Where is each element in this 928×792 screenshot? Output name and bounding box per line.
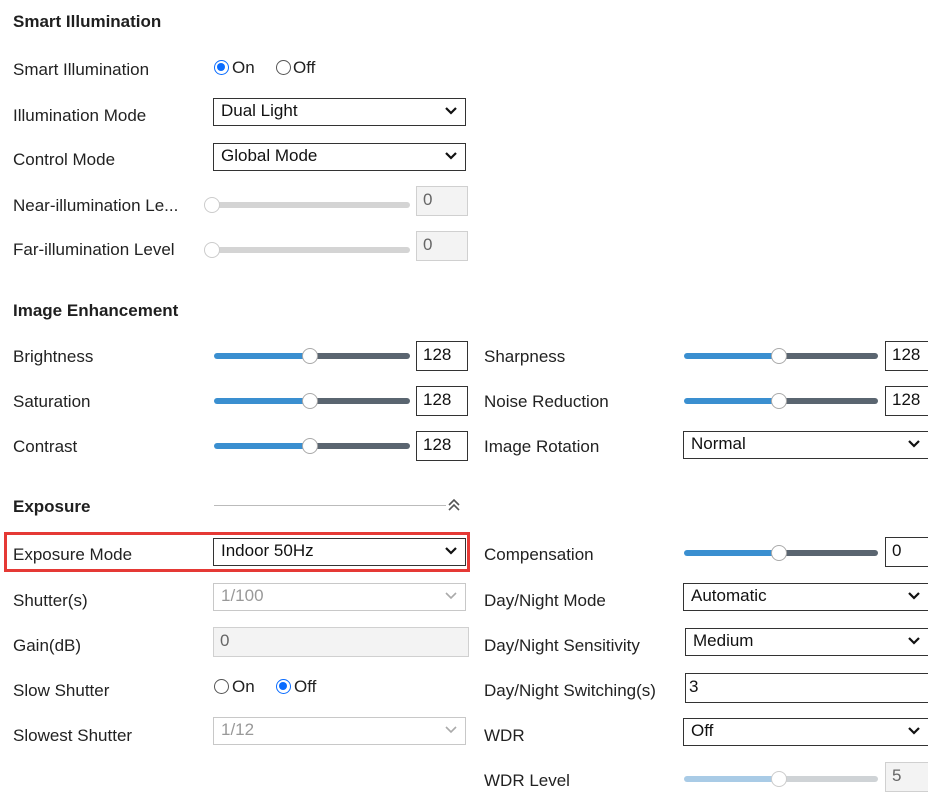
brightness-slider-track[interactable]: [312, 353, 410, 359]
contrast-slider-track[interactable]: [312, 443, 410, 449]
wdr-level-input[interactable]: 5: [885, 762, 928, 792]
daynight-switching-label: Day/Night Switching(s): [484, 681, 656, 700]
wdr-level-slider-handle[interactable]: [771, 771, 787, 787]
daynight-mode-select[interactable]: Automatic: [683, 583, 928, 611]
collapse-icon[interactable]: [446, 497, 462, 513]
exposure-heading: Exposure: [13, 497, 91, 516]
gain-label: Gain(dB): [13, 636, 82, 655]
chevron-down-icon: [908, 637, 920, 645]
slow-shutter-on-radio[interactable]: [214, 679, 229, 694]
compensation-slider-fill: [684, 550, 780, 556]
smart-illumination-on-label: On: [232, 58, 255, 77]
shutter-select[interactable]: 1/100: [213, 583, 466, 611]
slowest-shutter-value: 1/12: [221, 720, 255, 739]
brightness-slider-fill: [214, 353, 312, 359]
far-illumination-label: Far-illumination Level: [13, 240, 175, 259]
near-illumination-label: Near-illumination Le...: [13, 196, 179, 215]
far-illumination-slider-handle[interactable]: [204, 242, 220, 258]
sharpness-slider-handle[interactable]: [771, 348, 787, 364]
daynight-sensitivity-value: Medium: [693, 631, 754, 650]
noise-reduction-slider-handle[interactable]: [771, 393, 787, 409]
slow-shutter-label: Slow Shutter: [13, 681, 110, 700]
wdr-level-slider-track[interactable]: [780, 776, 878, 782]
smart-illumination-label: Smart Illumination: [13, 60, 150, 79]
near-illumination-input[interactable]: 0: [416, 186, 468, 216]
slow-shutter-off-label: Off: [294, 677, 317, 696]
far-illumination-input[interactable]: 0: [416, 231, 468, 261]
daynight-sensitivity-select[interactable]: Medium: [685, 628, 928, 656]
chevron-down-icon: [908, 440, 920, 448]
image-rotation-select[interactable]: Normal: [683, 431, 928, 459]
shutter-value: 1/100: [221, 586, 264, 605]
sharpness-slider-fill: [684, 353, 780, 359]
far-illumination-slider-track[interactable]: [210, 247, 410, 253]
near-illumination-slider-track[interactable]: [210, 202, 410, 208]
exposure-mode-label: Exposure Mode: [13, 545, 133, 564]
slow-shutter-on-label: On: [232, 677, 255, 696]
saturation-input[interactable]: 128: [416, 386, 468, 416]
chevron-down-icon: [908, 592, 920, 600]
wdr-label: WDR: [484, 726, 525, 745]
control-mode-select[interactable]: Global Mode: [213, 143, 466, 171]
image-rotation-label: Image Rotation: [484, 437, 600, 456]
sharpness-label: Sharpness: [484, 347, 566, 366]
image-rotation-value: Normal: [691, 434, 746, 453]
smart-illumination-heading: Smart Illumination: [13, 12, 162, 31]
shutter-label: Shutter(s): [13, 591, 88, 610]
chevron-down-icon: [445, 547, 457, 555]
brightness-slider-handle[interactable]: [302, 348, 318, 364]
contrast-input[interactable]: 128: [416, 431, 468, 461]
sharpness-slider-track[interactable]: [780, 353, 878, 359]
compensation-label: Compensation: [484, 545, 594, 564]
slow-shutter-off-radio[interactable]: [276, 679, 291, 694]
illumination-mode-value: Dual Light: [221, 101, 298, 120]
wdr-value: Off: [691, 721, 714, 740]
sharpness-input[interactable]: 128: [885, 341, 928, 371]
chevron-down-icon: [445, 107, 457, 115]
saturation-slider-track[interactable]: [312, 398, 410, 404]
daynight-switching-input[interactable]: 3: [685, 673, 928, 703]
compensation-slider-handle[interactable]: [771, 545, 787, 561]
saturation-slider-fill: [214, 398, 312, 404]
contrast-slider-fill: [214, 443, 312, 449]
noise-reduction-slider-track[interactable]: [780, 398, 878, 404]
slowest-shutter-label: Slowest Shutter: [13, 726, 133, 745]
near-illumination-slider-handle[interactable]: [204, 197, 220, 213]
section-divider: [214, 505, 446, 506]
daynight-mode-label: Day/Night Mode: [484, 591, 606, 610]
wdr-level-slider-fill: [684, 776, 780, 782]
brightness-label: Brightness: [13, 347, 94, 366]
exposure-mode-select[interactable]: Indoor 50Hz: [213, 538, 466, 566]
illumination-mode-select[interactable]: Dual Light: [213, 98, 466, 126]
slowest-shutter-select[interactable]: 1/12: [213, 717, 466, 745]
exposure-mode-value: Indoor 50Hz: [221, 541, 314, 560]
chevron-down-icon: [908, 727, 920, 735]
compensation-slider-track[interactable]: [780, 550, 878, 556]
smart-illumination-off-label: Off: [293, 58, 316, 77]
chevron-down-icon: [445, 152, 457, 160]
noise-reduction-label: Noise Reduction: [484, 392, 609, 411]
compensation-input[interactable]: 0: [885, 537, 928, 567]
saturation-slider-handle[interactable]: [302, 393, 318, 409]
contrast-label: Contrast: [13, 437, 78, 456]
wdr-select[interactable]: Off: [683, 718, 928, 746]
noise-reduction-slider-fill: [684, 398, 780, 404]
control-mode-value: Global Mode: [221, 146, 318, 165]
chevron-down-icon: [445, 726, 457, 734]
wdr-level-label: WDR Level: [484, 771, 570, 790]
illumination-mode-label: Illumination Mode: [13, 106, 147, 125]
contrast-slider-handle[interactable]: [302, 438, 318, 454]
smart-illumination-off-radio[interactable]: [276, 60, 291, 75]
image-enhancement-heading: Image Enhancement: [13, 301, 179, 320]
smart-illumination-on-radio[interactable]: [214, 60, 229, 75]
noise-reduction-input[interactable]: 128: [885, 386, 928, 416]
daynight-sensitivity-label: Day/Night Sensitivity: [484, 636, 640, 655]
chevron-down-icon: [445, 592, 457, 600]
brightness-input[interactable]: 128: [416, 341, 468, 371]
gain-input[interactable]: 0: [213, 627, 469, 657]
control-mode-label: Control Mode: [13, 150, 116, 169]
saturation-label: Saturation: [13, 392, 91, 411]
daynight-mode-value: Automatic: [691, 586, 767, 605]
